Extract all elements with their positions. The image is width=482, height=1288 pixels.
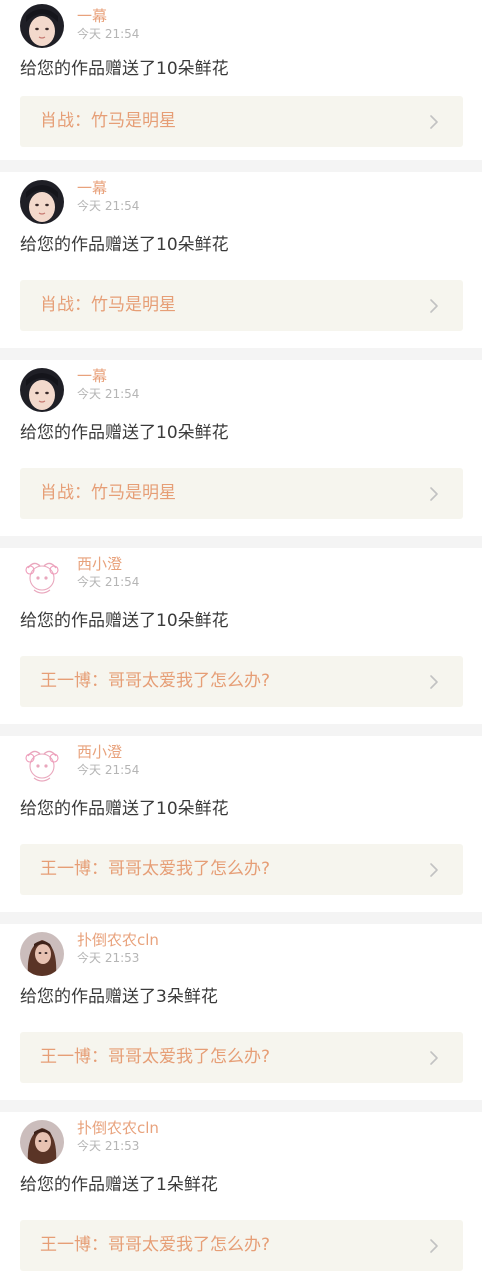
chevron-right-icon — [427, 862, 441, 878]
timestamp: 今天 21:54 — [77, 387, 140, 401]
chevron-right-icon — [427, 486, 441, 502]
gift-message: 给您的作品赠送了10朵鲜花 — [20, 799, 229, 819]
gift-message: 给您的作品赠送了10朵鲜花 — [20, 235, 229, 255]
username[interactable]: 一幕 — [77, 178, 107, 198]
gift-message: 给您的作品赠送了1朵鲜花 — [20, 1175, 218, 1195]
gift-notification-card-6: 扑倒农农cln 今天 21:53 给您的作品赠送了3朵鲜花 王一博：哥哥太爱我了… — [0, 924, 482, 1100]
timestamp: 今天 21:54 — [77, 763, 140, 777]
gift-notification-card-1: 一幕 今天 21:54 给您的作品赠送了10朵鲜花 肖战：竹马是明星 — [0, 0, 482, 160]
work-title: 王一博：哥哥太爱我了怎么办? — [40, 1047, 271, 1067]
gift-message: 给您的作品赠送了3朵鲜花 — [20, 987, 218, 1007]
timestamp: 今天 21:53 — [77, 951, 140, 965]
username[interactable]: 扑倒农农cln — [77, 1118, 159, 1138]
username[interactable]: 西小澄 — [77, 554, 122, 574]
chevron-right-icon — [427, 674, 441, 690]
gift-notification-card-7: 扑倒农农cln 今天 21:53 给您的作品赠送了1朵鲜花 王一博：哥哥太爱我了… — [0, 1112, 482, 1288]
user-avatar-girl-portrait[interactable] — [20, 4, 64, 48]
user-avatar-anime-sketch[interactable] — [20, 556, 64, 600]
chevron-right-icon — [427, 1238, 441, 1254]
work-link[interactable]: 肖战：竹马是明星 — [20, 280, 463, 331]
username[interactable]: 一幕 — [77, 6, 107, 26]
chevron-right-icon — [427, 114, 441, 130]
gift-notification-card-3: 一幕 今天 21:54 给您的作品赠送了10朵鲜花 肖战：竹马是明星 — [0, 360, 482, 536]
username[interactable]: 一幕 — [77, 366, 107, 386]
user-avatar-long-hair-portrait[interactable] — [20, 1120, 64, 1164]
work-link[interactable]: 肖战：竹马是明星 — [20, 468, 463, 519]
gift-notification-card-5: 西小澄 今天 21:54 给您的作品赠送了10朵鲜花 王一博：哥哥太爱我了怎么办… — [0, 736, 482, 912]
timestamp: 今天 21:54 — [77, 27, 140, 41]
work-link[interactable]: 王一博：哥哥太爱我了怎么办? — [20, 1032, 463, 1083]
timestamp: 今天 21:53 — [77, 1139, 140, 1153]
user-avatar-girl-portrait[interactable] — [20, 180, 64, 224]
user-avatar-long-hair-portrait[interactable] — [20, 932, 64, 976]
chevron-right-icon — [427, 298, 441, 314]
work-title: 肖战：竹马是明星 — [40, 111, 176, 131]
timestamp: 今天 21:54 — [77, 199, 140, 213]
work-title: 王一博：哥哥太爱我了怎么办? — [40, 859, 271, 879]
username[interactable]: 西小澄 — [77, 742, 122, 762]
username[interactable]: 扑倒农农cln — [77, 930, 159, 950]
gift-message: 给您的作品赠送了10朵鲜花 — [20, 611, 229, 631]
gift-message: 给您的作品赠送了10朵鲜花 — [20, 423, 229, 443]
work-link[interactable]: 王一博：哥哥太爱我了怎么办? — [20, 1220, 463, 1271]
work-title: 肖战：竹马是明星 — [40, 295, 176, 315]
work-title: 王一博：哥哥太爱我了怎么办? — [40, 671, 271, 691]
notification-list: 一幕 今天 21:54 给您的作品赠送了10朵鲜花 肖战：竹马是明星 一幕 今天… — [0, 0, 482, 1288]
gift-message: 给您的作品赠送了10朵鲜花 — [20, 59, 229, 79]
user-avatar-girl-portrait[interactable] — [20, 368, 64, 412]
work-link[interactable]: 王一博：哥哥太爱我了怎么办? — [20, 844, 463, 895]
gift-notification-card-4: 西小澄 今天 21:54 给您的作品赠送了10朵鲜花 王一博：哥哥太爱我了怎么办… — [0, 548, 482, 724]
work-title: 肖战：竹马是明星 — [40, 483, 176, 503]
user-avatar-anime-sketch[interactable] — [20, 744, 64, 788]
work-link[interactable]: 肖战：竹马是明星 — [20, 96, 463, 147]
chevron-right-icon — [427, 1050, 441, 1066]
timestamp: 今天 21:54 — [77, 575, 140, 589]
work-link[interactable]: 王一博：哥哥太爱我了怎么办? — [20, 656, 463, 707]
work-title: 王一博：哥哥太爱我了怎么办? — [40, 1235, 271, 1255]
gift-notification-card-2: 一幕 今天 21:54 给您的作品赠送了10朵鲜花 肖战：竹马是明星 — [0, 172, 482, 348]
